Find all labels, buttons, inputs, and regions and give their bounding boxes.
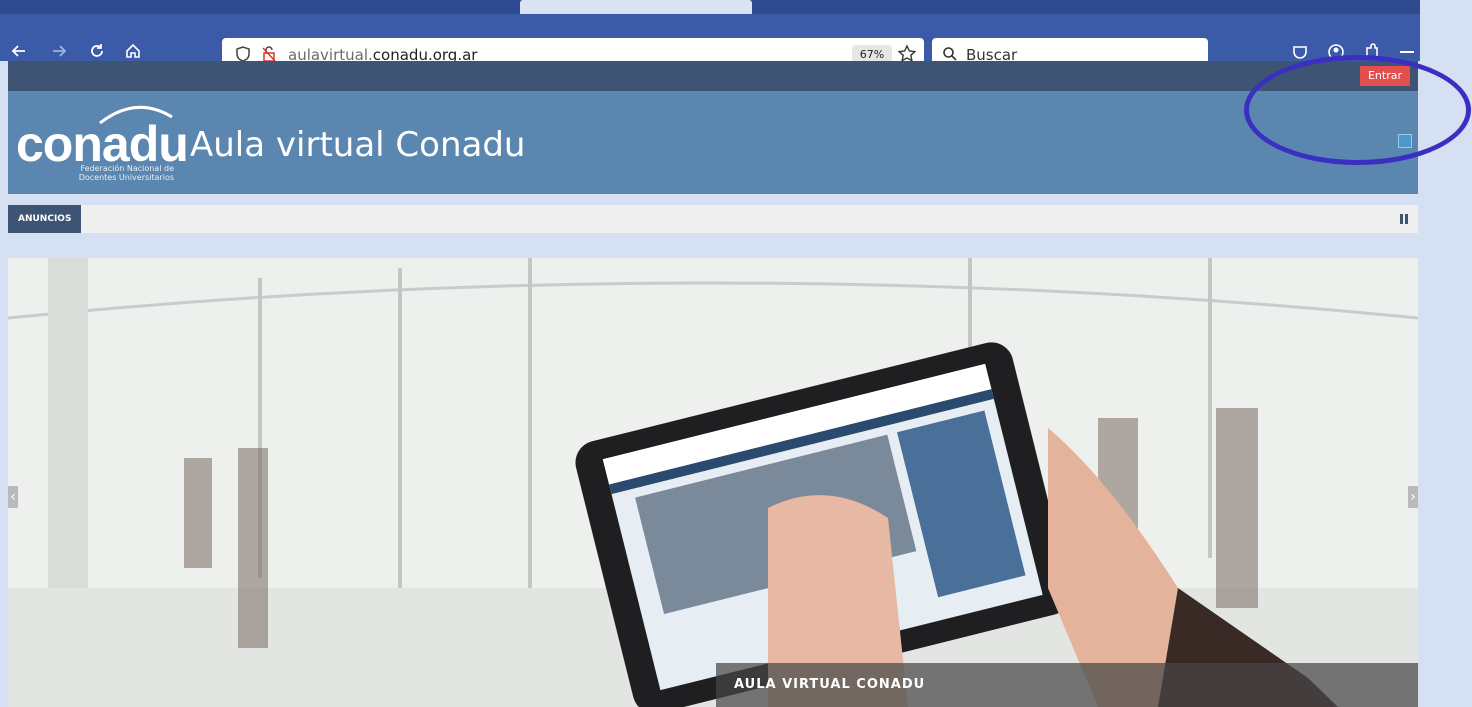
slider-prev-icon[interactable]: ‹	[8, 486, 18, 508]
active-tab[interactable]	[520, 0, 752, 14]
logo-subtitle: Federación Nacional de Docentes Universi…	[64, 164, 174, 182]
search-icon	[943, 47, 957, 61]
browser-toolbar: aulavirtual.conadu.org.ar 67% Buscar	[0, 14, 1420, 71]
top-bar: Entrar	[8, 61, 1418, 91]
slider-next-icon[interactable]: ›	[1408, 486, 1418, 508]
site-header: conadu Federación Nacional de Docentes U…	[8, 91, 1418, 194]
news-tab[interactable]: ANUNCIOS	[8, 205, 82, 233]
news-ticker: ANUNCIOS	[8, 205, 1418, 233]
slide-caption[interactable]: AULA VIRTUAL CONADU	[716, 663, 1418, 707]
slide-image	[8, 258, 1418, 707]
pause-icon[interactable]	[1400, 214, 1408, 224]
forward-icon[interactable]	[48, 40, 70, 62]
annotation-circle	[1244, 55, 1471, 165]
logo-subtitle-line2: Docentes Universitarios	[78, 173, 174, 182]
pocket-icon[interactable]	[1290, 42, 1310, 62]
tab-strip	[0, 0, 1420, 14]
reload-icon[interactable]	[86, 40, 108, 62]
home-icon[interactable]	[122, 40, 144, 62]
back-icon[interactable]	[8, 40, 30, 62]
hero-slider[interactable]: ‹ › AULA VIRTUAL CONADU	[8, 258, 1418, 707]
logo-subtitle-line1: Federación Nacional de	[80, 164, 174, 173]
site-name[interactable]: Aula virtual Conadu	[190, 125, 525, 165]
